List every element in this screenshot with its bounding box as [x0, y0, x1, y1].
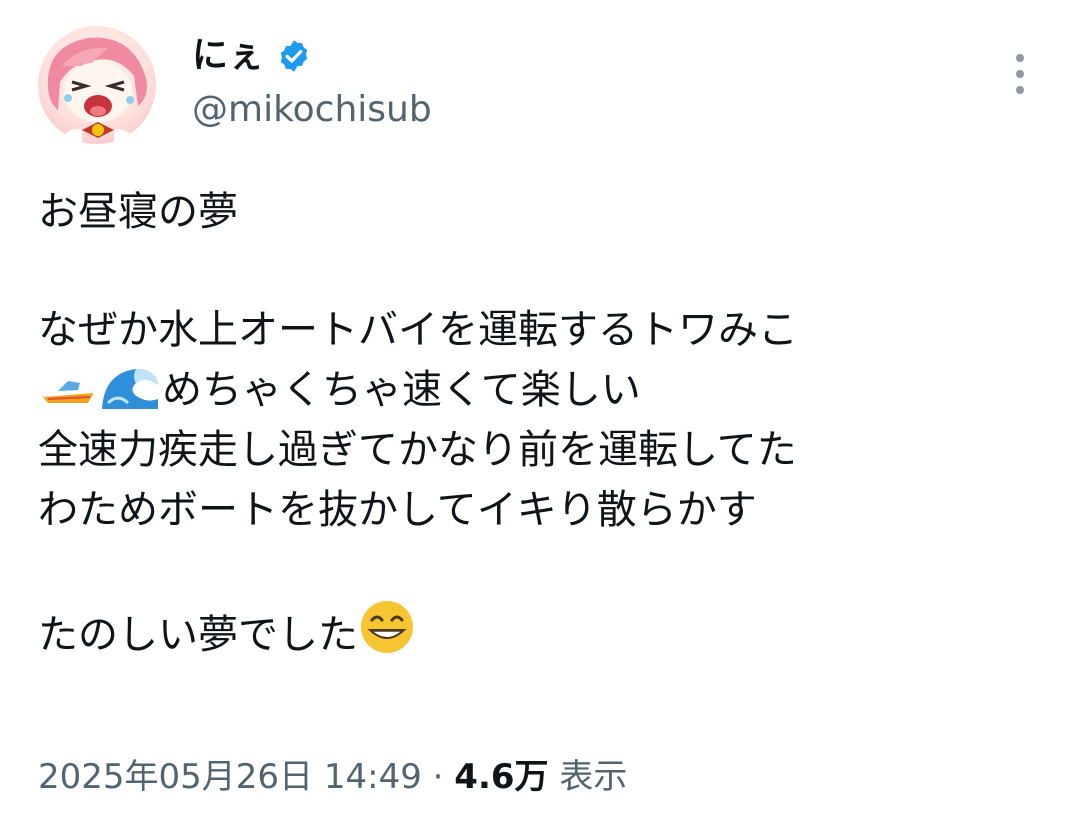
display-name[interactable]: にぇ: [192, 32, 312, 80]
speedboat-emoji: [38, 368, 98, 428]
verified-badge-icon: [276, 38, 312, 74]
tweet-line: めちゃくちゃ速くて楽しい: [38, 360, 1048, 420]
tweet-meta: 2025年05月26日 14:49 · 4.6万 表示: [38, 752, 627, 802]
avatar[interactable]: [38, 26, 156, 144]
user-handle[interactable]: @mikochisub: [192, 86, 432, 134]
tweet-line-text: たのしい夢でした: [38, 612, 358, 658]
tweet-line: 全速力疾走し過ぎてかなり前を運転してた: [38, 427, 797, 473]
tweet-line: わためボートを抜かしてイキり散らかす: [38, 487, 757, 533]
tweet-line: たのしい夢でした: [38, 598, 1048, 658]
tweet-line: お昼寝の夢: [38, 189, 238, 235]
tweet-line-text: めちゃくちゃ速くて楽しい: [162, 367, 641, 413]
display-name-text: にぇ: [192, 35, 265, 76]
more-vertical-icon[interactable]: [1006, 54, 1034, 94]
meta-separator: ·: [421, 757, 455, 797]
views-count: 4.6万: [454, 757, 549, 797]
wave-emoji: [98, 363, 162, 428]
tweet-text: お昼寝の夢 なぜか水上オートバイを運転するトワみこ めちゃくちゃ速くて楽しい 全…: [38, 182, 1048, 658]
tweet-timestamp[interactable]: 2025年05月26日 14:49: [38, 757, 422, 797]
avatar-image: [47, 37, 148, 144]
grinning-face-emoji: [358, 598, 416, 673]
views-label: 表示: [548, 757, 628, 797]
tweet-line: なぜか水上オートバイを運転するトワみこ: [38, 307, 798, 353]
